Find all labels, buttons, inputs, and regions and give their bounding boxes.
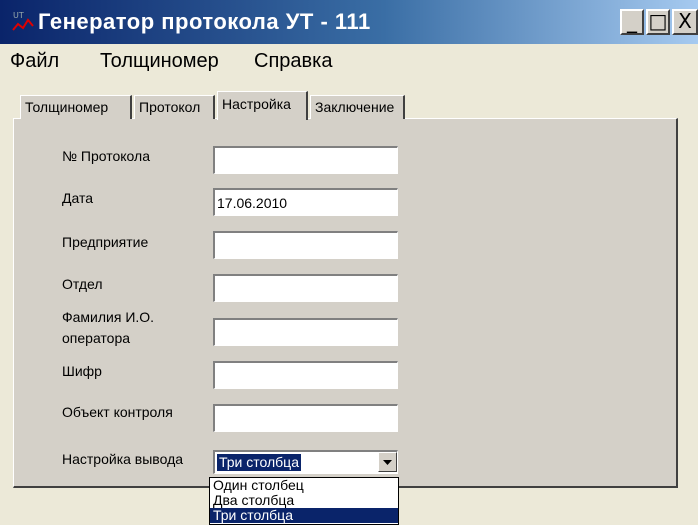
protocol-number-label: № Протокола (62, 148, 150, 164)
menu-file[interactable]: Файл (10, 50, 59, 73)
option-two-columns[interactable]: Два столбца (210, 493, 398, 508)
output-setting-label: Настройка вывода (62, 451, 184, 467)
title-bar: UT Генератор протокола УТ - 111 (0, 0, 698, 44)
output-setting-dropdown: Один столбец Два столбца Три столбца (209, 477, 399, 525)
control-object-field[interactable] (213, 404, 398, 432)
close-icon: X (678, 9, 692, 33)
tab-settings[interactable]: Настройка (217, 91, 308, 120)
menu-help[interactable]: Справка (254, 50, 332, 73)
date-field[interactable] (213, 188, 398, 216)
department-field[interactable] (213, 274, 398, 302)
chevron-down-icon (383, 460, 392, 465)
svg-text:UT: UT (13, 11, 24, 20)
tab-conclusion[interactable]: Заключение (310, 95, 405, 119)
tab-protocol[interactable]: Протокол (134, 95, 215, 119)
window-title: Генератор протокола УТ - 111 (38, 9, 371, 34)
close-button[interactable]: X (672, 9, 698, 35)
option-three-columns[interactable]: Три столбца (210, 508, 398, 523)
protocol-number-field[interactable] (213, 146, 398, 174)
control-object-label: Объект контроля (62, 404, 173, 420)
tab-thickness-gauge[interactable]: Толщиномер (20, 95, 132, 119)
output-setting-select[interactable]: Три столбца (213, 450, 398, 474)
enterprise-label: Предприятие (62, 234, 149, 250)
operator-label-line2: оператора (62, 330, 131, 346)
department-label: Отдел (62, 276, 103, 292)
menu-thickness-gauge[interactable]: Толщиномер (100, 50, 219, 73)
minimize-icon: _ (627, 9, 637, 33)
enterprise-field[interactable] (213, 231, 398, 259)
operator-field[interactable] (213, 318, 398, 346)
operator-label-line1: Фамилия И.О. (62, 309, 155, 325)
cipher-field[interactable] (213, 361, 398, 389)
option-one-column[interactable]: Один столбец (210, 478, 398, 493)
app-ut-icon: UT (12, 11, 34, 31)
date-label: Дата (62, 190, 94, 206)
maximize-button[interactable]: □ (646, 9, 670, 35)
cipher-label: Шифр (62, 363, 102, 379)
output-setting-value: Три столбца (217, 454, 301, 471)
minimize-button[interactable]: _ (620, 9, 644, 35)
dropdown-button[interactable] (378, 452, 397, 472)
maximize-icon: □ (648, 9, 668, 33)
